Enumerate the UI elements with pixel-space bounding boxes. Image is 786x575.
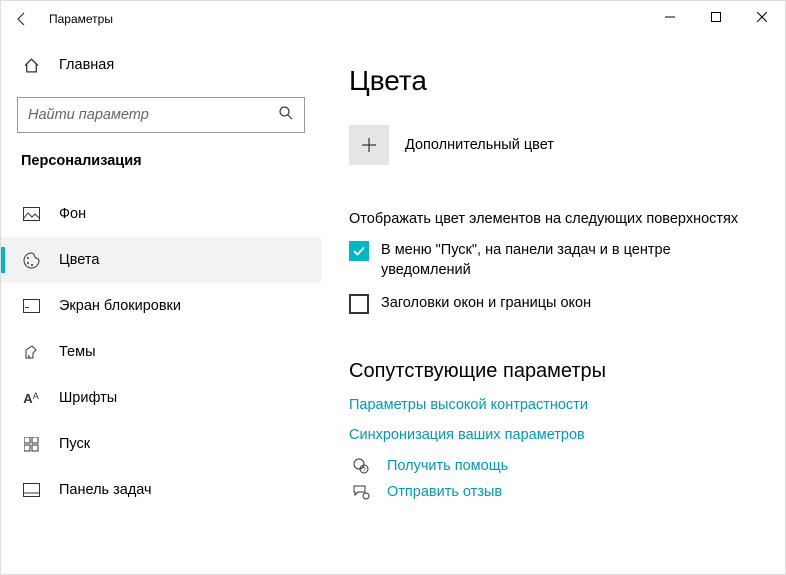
add-color-label: Дополнительный цвет	[405, 137, 554, 153]
sidebar-item-fonts[interactable]: AA Шрифты	[1, 375, 321, 421]
sidebar-item-label: Цвета	[59, 252, 99, 268]
feedback-row[interactable]: Отправить отзыв	[349, 483, 753, 501]
help-icon: ?	[349, 457, 373, 475]
checkbox-start-taskbar-label: В меню "Пуск", на панели задач и в центр…	[381, 241, 721, 280]
sidebar-item-label: Шрифты	[59, 390, 117, 406]
lockscreen-icon	[21, 299, 41, 313]
sidebar-item-label: Фон	[59, 206, 86, 222]
sidebar-item-background[interactable]: Фон	[1, 191, 321, 237]
fonts-icon: AA	[21, 391, 41, 406]
high-contrast-link[interactable]: Параметры высокой контрастности	[349, 397, 753, 413]
window-title: Параметры	[49, 12, 113, 26]
palette-icon	[21, 252, 41, 269]
plus-icon	[361, 137, 377, 153]
sidebar-item-label: Темы	[59, 344, 96, 360]
taskbar-icon	[21, 483, 41, 497]
home-nav[interactable]: Главная	[1, 45, 321, 85]
feedback-label: Отправить отзыв	[387, 484, 502, 500]
sidebar: Главная Персонализация Фон Цвета Экран б…	[1, 37, 321, 574]
get-help-row[interactable]: ? Получить помощь	[349, 457, 753, 475]
sidebar-item-label: Экран блокировки	[59, 298, 181, 314]
checkbox-titlebars-label: Заголовки окон и границы окон	[381, 294, 591, 314]
search-icon	[278, 105, 294, 126]
search-box[interactable]	[17, 97, 305, 133]
sidebar-item-taskbar[interactable]: Панель задач	[1, 467, 321, 513]
sync-settings-link[interactable]: Синхронизация ваших параметров	[349, 427, 753, 443]
home-label: Главная	[59, 57, 114, 73]
feedback-icon	[349, 483, 373, 501]
start-icon	[21, 437, 41, 452]
checkbox-titlebars[interactable]	[349, 294, 369, 314]
sidebar-item-label: Панель задач	[59, 482, 152, 498]
back-button[interactable]	[1, 1, 43, 37]
checkmark-icon	[352, 244, 366, 258]
related-heading: Сопутствующие параметры	[349, 360, 753, 383]
sidebar-item-lockscreen[interactable]: Экран блокировки	[1, 283, 321, 329]
minimize-button[interactable]	[647, 1, 693, 33]
themes-icon	[21, 344, 41, 361]
page-title: Цвета	[349, 65, 753, 97]
picture-icon	[21, 207, 41, 221]
sidebar-item-start[interactable]: Пуск	[1, 421, 321, 467]
sidebar-item-themes[interactable]: Темы	[1, 329, 321, 375]
sidebar-item-colors[interactable]: Цвета	[1, 237, 321, 283]
maximize-button[interactable]	[693, 1, 739, 33]
main-content: Цвета Дополнительный цвет Отображать цве…	[321, 37, 785, 574]
surfaces-label: Отображать цвет элементов на следующих п…	[349, 211, 753, 227]
get-help-label: Получить помощь	[387, 458, 508, 474]
sidebar-item-label: Пуск	[59, 436, 90, 452]
close-button[interactable]	[739, 1, 785, 33]
checkbox-start-taskbar[interactable]	[349, 241, 369, 261]
search-input[interactable]	[28, 107, 278, 123]
add-color-button[interactable]	[349, 125, 389, 165]
category-heading: Персонализация	[1, 153, 321, 191]
home-icon	[21, 57, 41, 74]
